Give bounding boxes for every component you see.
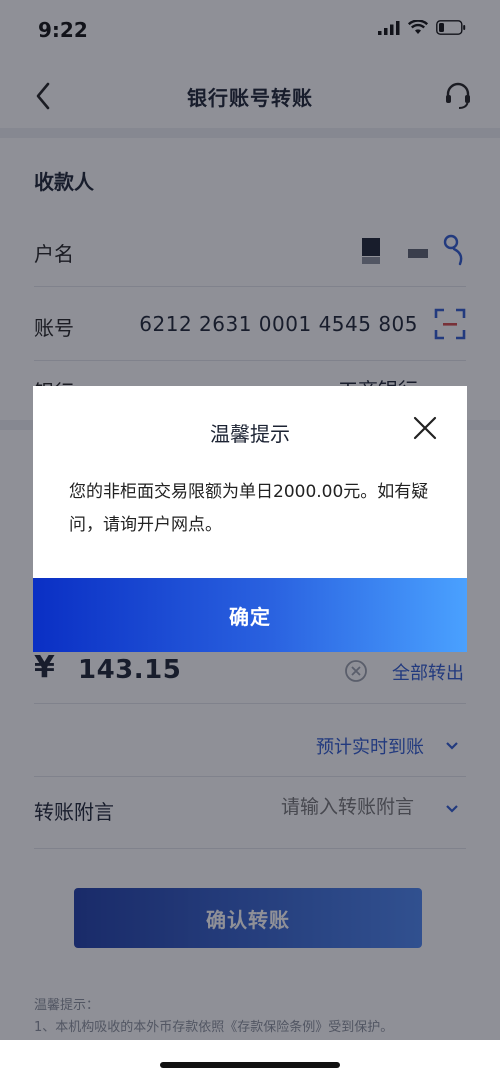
dialog-title: 温馨提示 xyxy=(210,422,290,446)
dialog-message: 您的非柜面交易限额为单日2000.00元。如有疑问，请询开户网点。 xyxy=(69,482,429,535)
close-icon[interactable] xyxy=(411,414,439,442)
dialog-ok-button[interactable]: 确定 xyxy=(33,578,467,652)
limit-alert-dialog: 温馨提示 您的非柜面交易限额为单日2000.00元。如有疑问，请询开户网点。 确… xyxy=(33,386,467,652)
home-indicator[interactable] xyxy=(160,1062,340,1068)
